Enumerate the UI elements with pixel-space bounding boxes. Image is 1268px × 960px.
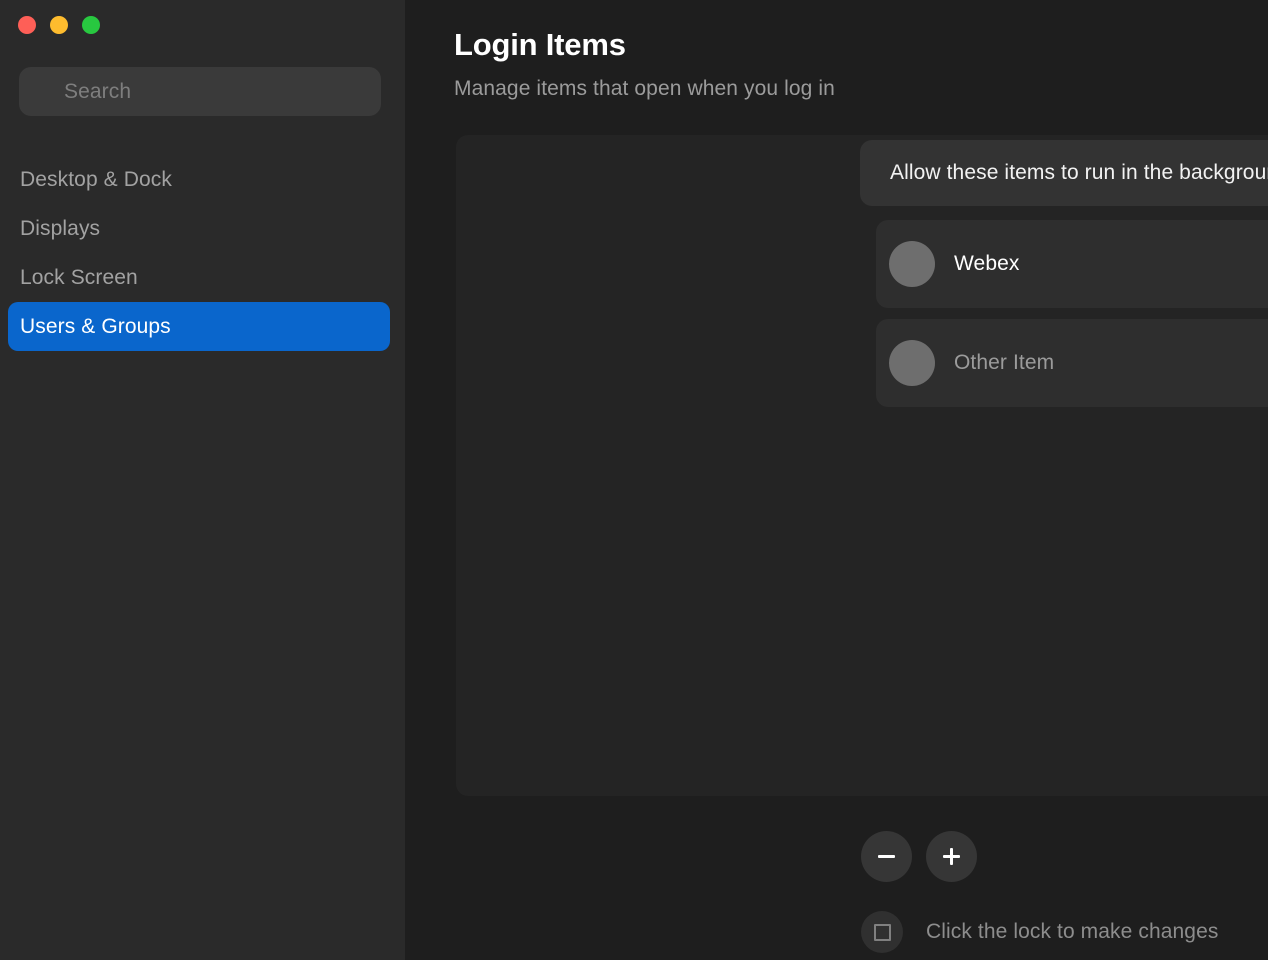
page-subtitle: Manage items that open when you log in	[454, 77, 835, 100]
login-items-list: Webex Other Item	[876, 220, 1268, 418]
minus-icon	[878, 855, 895, 858]
list-action-buttons	[861, 831, 977, 882]
remove-item-button[interactable]	[861, 831, 912, 882]
sidebar-item-label: Desktop & Dock	[20, 167, 172, 191]
app-icon	[889, 241, 935, 287]
content-area: Login Items Manage items that open when …	[405, 0, 1268, 960]
sidebar-item-displays[interactable]: Displays	[8, 204, 390, 253]
sidebar-nav: Desktop & Dock Displays Lock Screen User…	[0, 155, 405, 351]
sidebar-item-label: Displays	[20, 216, 101, 240]
list-item-label: Webex	[954, 252, 1020, 275]
background-items-header-label: Allow these items to run in the backgrou…	[890, 161, 1268, 184]
background-items-header: Allow these items to run in the backgrou…	[860, 140, 1268, 206]
sidebar-item-lock-screen[interactable]: Lock Screen	[8, 253, 390, 302]
sidebar-item-label: Users & Groups	[20, 314, 171, 338]
plus-icon	[943, 848, 960, 865]
sidebar: Search Desktop & Dock Displays Lock Scre…	[0, 0, 405, 960]
add-item-button[interactable]	[926, 831, 977, 882]
sidebar-item-users-and-groups[interactable]: Users & Groups	[8, 302, 390, 351]
lock-icon	[873, 923, 891, 941]
app-icon	[889, 340, 935, 386]
list-item[interactable]: Webex	[876, 220, 1268, 308]
lock-hint-label: Click the lock to make changes	[926, 920, 1219, 943]
minimize-button-icon[interactable]	[50, 16, 68, 34]
search-input[interactable]: Search	[19, 67, 381, 116]
close-button-icon[interactable]	[18, 16, 36, 34]
sidebar-item-desktop-and-dock[interactable]: Desktop & Dock	[8, 155, 390, 204]
maximize-button-icon[interactable]	[82, 16, 100, 34]
sidebar-item-label: Lock Screen	[20, 265, 138, 289]
settings-window: Search Desktop & Dock Displays Lock Scre…	[0, 0, 1268, 960]
lock-button[interactable]	[861, 911, 903, 953]
page-title: Login Items	[454, 27, 626, 62]
search-placeholder: Search	[64, 79, 132, 103]
window-controls	[18, 16, 100, 34]
list-item-label: Other Item	[954, 351, 1055, 374]
list-item[interactable]: Other Item	[876, 319, 1268, 407]
lock-row: Click the lock to make changes	[861, 911, 1218, 953]
